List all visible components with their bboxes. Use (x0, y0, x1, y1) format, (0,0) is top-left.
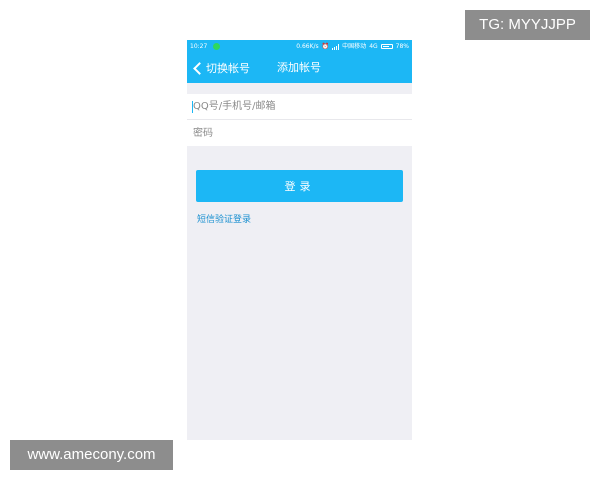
carrier-name: 中国移动 (342, 43, 367, 50)
watermark-tg: TG: MYYJJPP (465, 10, 590, 40)
page-title: 添加帐号 (277, 61, 321, 74)
phone-screen: 10:27 0.66K/s ⏰ 中国移动 4G 78% 切换帐号 添加帐号 登录… (187, 40, 412, 440)
text-cursor (192, 101, 193, 113)
status-right: 0.66K/s ⏰ 中国移动 4G 78% (296, 40, 409, 53)
back-button[interactable]: 切换帐号 (191, 53, 250, 83)
watermark-site: www.amecony.com (10, 440, 173, 470)
title-bar: 切换帐号 添加帐号 (187, 53, 412, 83)
network-speed: 0.66K/s (296, 43, 319, 50)
sms-login-link[interactable]: 短信验证登录 (197, 212, 251, 225)
login-button[interactable]: 登录 (196, 170, 403, 202)
chevron-left-icon (193, 61, 206, 75)
password-input[interactable] (187, 120, 412, 146)
status-time: 10:27 (190, 43, 208, 50)
status-bar: 10:27 0.66K/s ⏰ 中国移动 4G 78% (187, 40, 412, 53)
alarm-icon: ⏰ (321, 43, 330, 50)
account-field-wrapper (187, 94, 412, 120)
back-label: 切换帐号 (206, 62, 250, 75)
account-input[interactable] (187, 94, 412, 120)
network-type: 4G (369, 43, 378, 50)
wechat-notification-icon (213, 43, 220, 50)
login-form (187, 94, 412, 146)
signal-icon (332, 43, 340, 50)
battery-percent: 78% (395, 43, 409, 50)
battery-icon (380, 44, 393, 49)
